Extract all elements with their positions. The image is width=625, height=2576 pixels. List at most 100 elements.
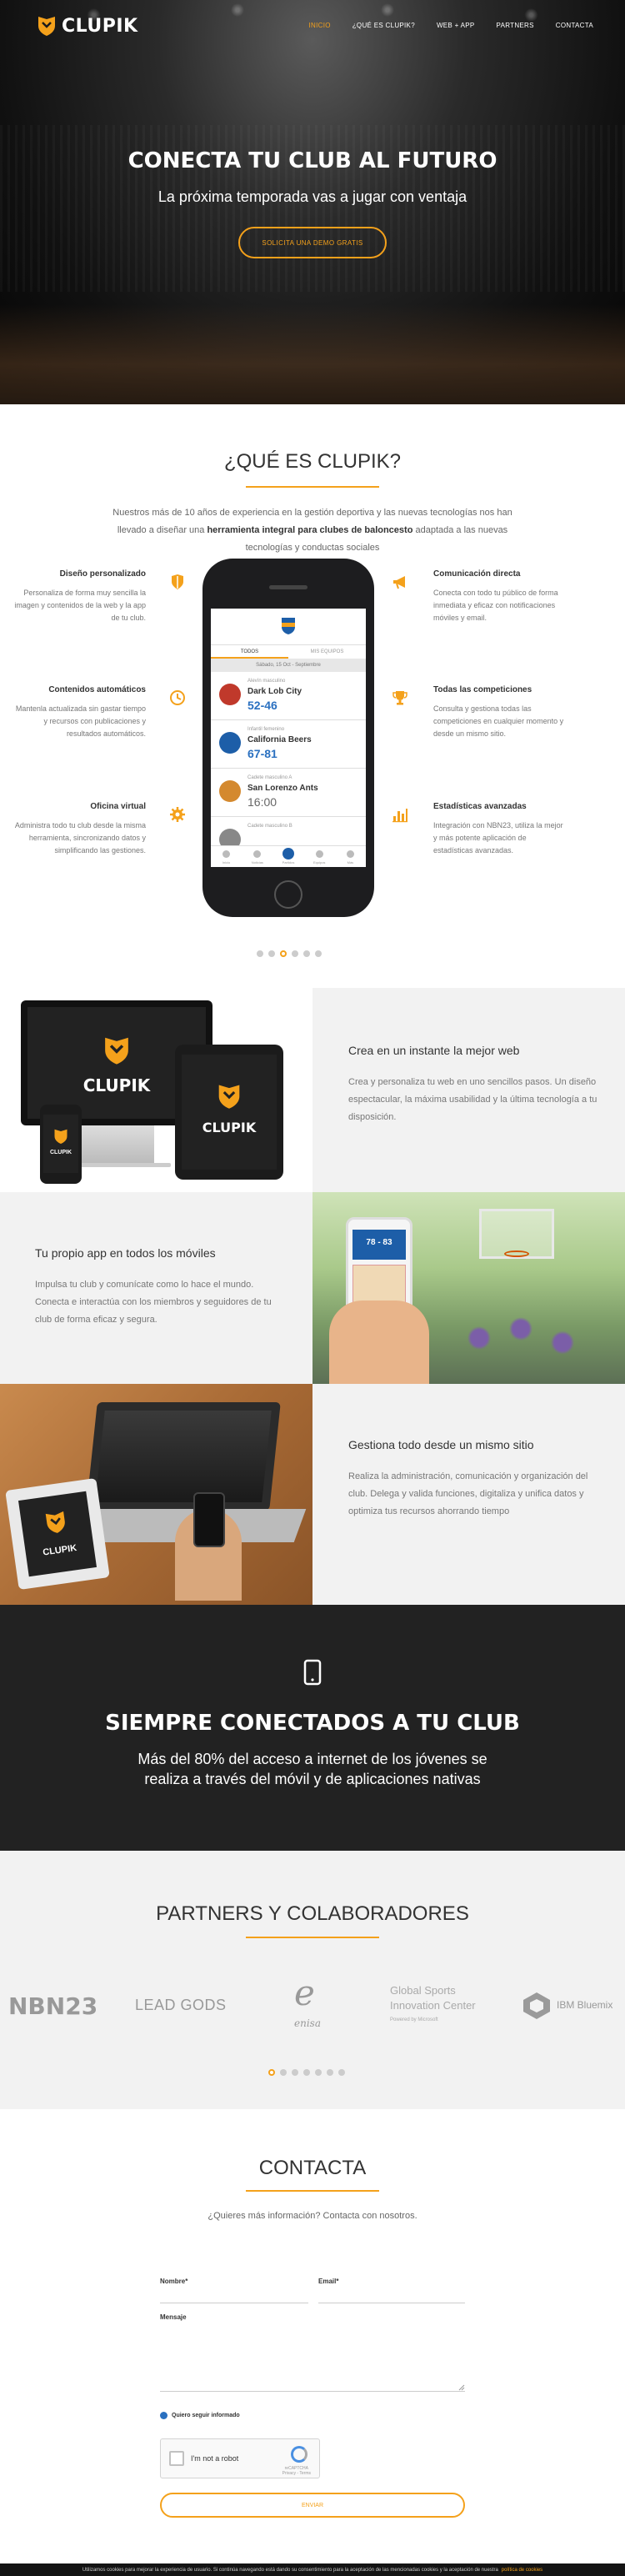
recaptcha-terms[interactable]: Privacy - Terms	[282, 2471, 311, 2476]
match-score: 67-81	[248, 747, 278, 760]
partner-logo-enisa: enisa	[294, 2017, 321, 2029]
connected-line-1: Más del 80% del acceso a internet de los…	[138, 1751, 488, 1767]
nav-que-es[interactable]: ¿QUÉ ES CLUPIK?	[352, 22, 415, 29]
app-tab-mis-equipos[interactable]: MIS EQUIPOS	[288, 645, 366, 659]
slider-dot[interactable]	[280, 2069, 287, 2076]
clupik-shield-icon	[54, 1129, 68, 1144]
clock-icon	[170, 690, 185, 705]
slider-dots	[257, 950, 322, 957]
submit-button[interactable]: ENVIAR	[160, 2493, 465, 2518]
hero-subtitle: La próxima temporada vas a jugar con ven…	[158, 188, 468, 205]
slider-dot[interactable]	[292, 2069, 298, 2076]
nav-inicio[interactable]: INICIO	[309, 22, 331, 29]
match-row[interactable]: Infantil femenino California Beers 67-81	[211, 720, 366, 769]
gestion-photo-panel: CLUPIK	[0, 1384, 312, 1605]
feature-oficina: Oficina virtual Administra todo tu club …	[12, 802, 146, 857]
match-row[interactable]: Cadete masculino A San Lorenzo Ants 16:0…	[211, 769, 366, 817]
message-label: Mensaje	[160, 2313, 187, 2321]
match-team: San Lorenzo Ants	[248, 784, 318, 793]
slider-dot[interactable]	[257, 950, 263, 957]
mobile-phone-icon	[303, 1659, 322, 1686]
contact-title: CONTACTA	[258, 2157, 367, 2179]
scoreboard-score: 78 - 83	[366, 1238, 392, 1247]
app-bar-noticias[interactable]: Noticias	[242, 846, 272, 867]
clupik-shield-icon	[105, 1037, 128, 1065]
laptop-display	[95, 1411, 272, 1502]
monitor-stand	[79, 1125, 154, 1163]
slider-dot[interactable]	[268, 950, 275, 957]
nav-partners[interactable]: PARTNERS	[497, 22, 534, 29]
feature-text: Administra todo tu club desde la misma h…	[14, 821, 146, 854]
partners-dots	[268, 2069, 345, 2076]
demo-button[interactable]: SOLICITA UNA DEMO GRATIS	[238, 227, 387, 258]
newsletter-checkbox[interactable]	[160, 2412, 168, 2419]
team-crest-icon	[219, 684, 241, 705]
app-screen: TODOS MIS EQUIPOS Sábado, 15 Oct - Septi…	[211, 609, 366, 867]
app-bar-mas[interactable]: Más	[335, 846, 366, 867]
clupik-shield-icon	[38, 17, 55, 36]
recaptcha-checkbox[interactable]	[169, 2451, 184, 2466]
intro-text-bold: herramienta integral para clubes de balo…	[207, 525, 413, 535]
site-logo[interactable]: CLUPIK	[37, 15, 138, 37]
que-es-intro: Nuestros más de 10 años de experiencia e…	[108, 504, 517, 557]
row-title: Gestiona todo desde un mismo sitio	[348, 1438, 534, 1451]
app-bar-equipos[interactable]: Equipos	[304, 846, 335, 867]
clupik-shield-icon	[45, 1511, 65, 1533]
feature-text: Personaliza de forma muy sencilla la ima…	[14, 589, 146, 622]
partner-logo-gsic-3: Powered by Microsoft	[390, 2017, 438, 2022]
slider-dot[interactable]	[338, 2069, 345, 2076]
partner-logo-gsic-1[interactable]: Global Sports	[390, 1984, 456, 1997]
megaphone-icon	[393, 576, 405, 589]
cookie-bar: Utilizamos cookies para mejorar la exper…	[0, 2563, 625, 2576]
slider-dot[interactable]	[303, 2069, 310, 2076]
web-mockup-panel: CLUPIK CLUPIK CLUPIK	[0, 988, 312, 1192]
slider-dot[interactable]	[303, 950, 310, 957]
resize-handle-icon[interactable]	[458, 2384, 465, 2391]
slider-dot[interactable]	[327, 2069, 333, 2076]
partner-logo-nbn23[interactable]: NBN23	[8, 1992, 98, 2020]
app-tab-todos[interactable]: TODOS	[211, 645, 288, 659]
title-underline	[246, 486, 379, 488]
match-score: 52-46	[248, 699, 278, 712]
slider-dot[interactable]	[315, 2069, 322, 2076]
cookie-text: Utilizamos cookies para mejorar la exper…	[82, 2567, 498, 2573]
match-league: Alevín masculino	[248, 679, 286, 684]
match-row[interactable]: Alevín masculino Dark Lob City 52-46	[211, 672, 366, 720]
app-bar-partidos[interactable]: Partidos	[272, 846, 303, 867]
feature-title: Todas las competiciones	[433, 685, 532, 694]
nav-contacta[interactable]: CONTACTA	[556, 22, 593, 29]
match-team: California Beers	[248, 735, 312, 744]
bar-chart-icon	[392, 809, 408, 823]
team-crest-icon	[219, 732, 241, 754]
partner-logo-ibm-bluemix[interactable]: IBM Bluemix	[557, 1999, 612, 2011]
feature-text: Conecta con todo tu público de forma inm…	[433, 589, 558, 622]
partner-logo-lead-gods[interactable]: LEAD GODS	[135, 1997, 227, 2014]
recaptcha-logo-icon	[291, 2446, 308, 2463]
gear-icon	[170, 807, 185, 822]
contact-subtitle: ¿Quieres más información? Contacta con n…	[208, 2211, 418, 2221]
partner-logo-enisa-mark[interactable]: e	[294, 1976, 315, 2011]
cookie-policy-link[interactable]: política de cookies	[502, 2568, 542, 2573]
app-tabs: TODOS MIS EQUIPOS	[211, 645, 366, 659]
slider-dot[interactable]	[292, 950, 298, 957]
slider-dot[interactable]	[315, 950, 322, 957]
match-league: Cadete masculino B	[248, 824, 292, 829]
email-label: Email*	[318, 2278, 339, 2285]
small-phone-logo-text: CLUPIK	[49, 1150, 72, 1155]
feature-title: Estadísticas avanzadas	[433, 802, 527, 811]
message-field[interactable]	[160, 2322, 465, 2392]
match-team: Dark Lob City	[248, 687, 302, 696]
app-bar-inicio[interactable]: Inicio	[211, 846, 242, 867]
slider-dot-active[interactable]	[280, 950, 287, 957]
row-title: Tu propio app en todos los móviles	[35, 1246, 216, 1260]
nav-web-app[interactable]: WEB + APP	[437, 22, 475, 29]
app-tab-bar: Inicio Noticias Partidos Equipos Más	[211, 845, 366, 867]
phone-speaker	[269, 585, 308, 589]
connected-text: Más del 80% del acceso a internet de los…	[0, 1749, 625, 1789]
logo-text: CLUPIK	[62, 15, 138, 37]
tablet-mockup: CLUPIK	[175, 1045, 283, 1180]
slider-dot-active[interactable]	[268, 2069, 275, 2076]
row-gestion-text: Gestiona todo desde un mismo sitio Reali…	[348, 1438, 590, 1521]
hand-phone	[193, 1492, 225, 1547]
row-description: Realiza la administración, comunicación …	[348, 1471, 588, 1516]
